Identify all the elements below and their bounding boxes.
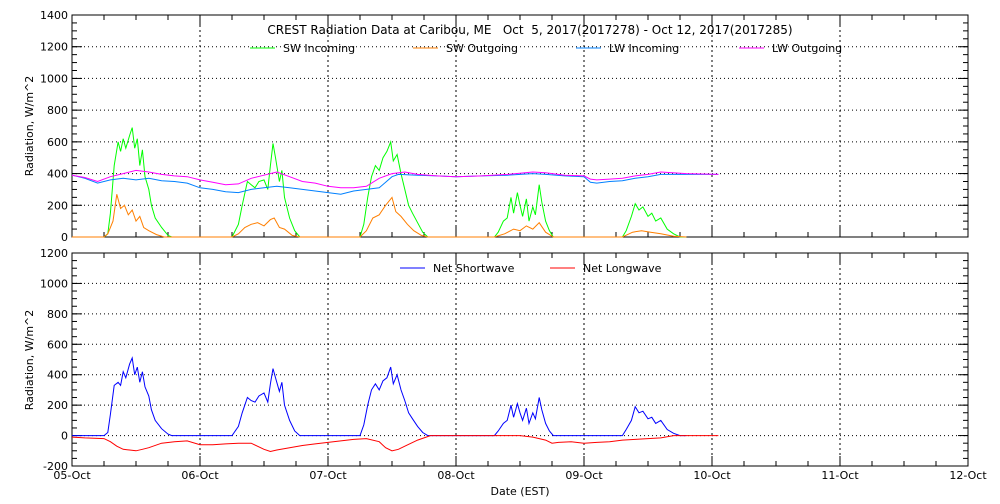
- x-tick-label: 12-Oct: [949, 469, 987, 482]
- y-tick-label: 400: [47, 369, 68, 382]
- y-tick-label: 600: [47, 136, 68, 149]
- legend-label: Net Shortwave: [433, 262, 515, 275]
- legend-label: LW Outgoing: [772, 42, 842, 55]
- y-tick-label: 0: [61, 430, 68, 443]
- y-tick-label: 200: [47, 399, 68, 412]
- legend-label: Net Longwave: [583, 262, 662, 275]
- y-tick-label: 1200: [40, 41, 68, 54]
- radiation-chart: 0 200 400 600 800 1000 1200 1400 SW Incoming SW O…: [0, 0, 1000, 500]
- x-tick-label: 11-Oct: [821, 469, 859, 482]
- legend-label: LW Incoming: [609, 42, 679, 55]
- x-tick-label: 07-Oct: [309, 469, 347, 482]
- y-tick-label: 0: [61, 231, 68, 244]
- y-tick-label: 800: [47, 104, 68, 117]
- plot-frame: [71, 252, 969, 467]
- chart-svg: 0 200 400 600 800 1000 1200 1400 SW Incoming SW O…: [23, 9, 987, 498]
- series-line-lw-outgoing: [71, 169, 719, 189]
- bottom-panel: -20002004006008001000120005-Oct 06-Oct 07-…: [40, 247, 987, 482]
- x-tick-label: 08-Oct: [437, 469, 475, 482]
- legend-label: SW Incoming: [283, 42, 355, 55]
- legend-label: SW Outgoing: [446, 42, 518, 55]
- y-tick-label: 1200: [40, 247, 68, 260]
- top-panel: 0 200 400 600 800 1000 1200 1400 SW Incoming SW O…: [40, 9, 969, 244]
- y-tick-label: 200: [47, 199, 68, 212]
- chart-title: CREST Radiation Data at Caribou, ME Oct …: [267, 23, 792, 37]
- y-tick-label: 600: [47, 338, 68, 351]
- y-tick-label: 800: [47, 308, 68, 321]
- series-line-net-shortwave: [72, 356, 687, 437]
- x-axis-label: Date (EST): [490, 485, 549, 498]
- y-axis-label-bottom: Radiation, W/m^2: [23, 310, 36, 411]
- x-tick-label: 10-Oct: [693, 469, 731, 482]
- x-tick-label: 05-Oct: [53, 469, 91, 482]
- x-tick-label: 06-Oct: [181, 469, 219, 482]
- y-tick-label: 1000: [40, 277, 68, 290]
- series-line-lw-incoming: [71, 173, 719, 195]
- y-tick-label: 1400: [40, 9, 68, 22]
- x-tick-label: 09-Oct: [565, 469, 603, 482]
- series-line-net-longwave: [71, 435, 719, 453]
- y-tick-label: 400: [47, 168, 68, 181]
- y-axis-label-top: Radiation, W/m^2: [23, 76, 36, 177]
- y-tick-label: 1000: [40, 72, 68, 85]
